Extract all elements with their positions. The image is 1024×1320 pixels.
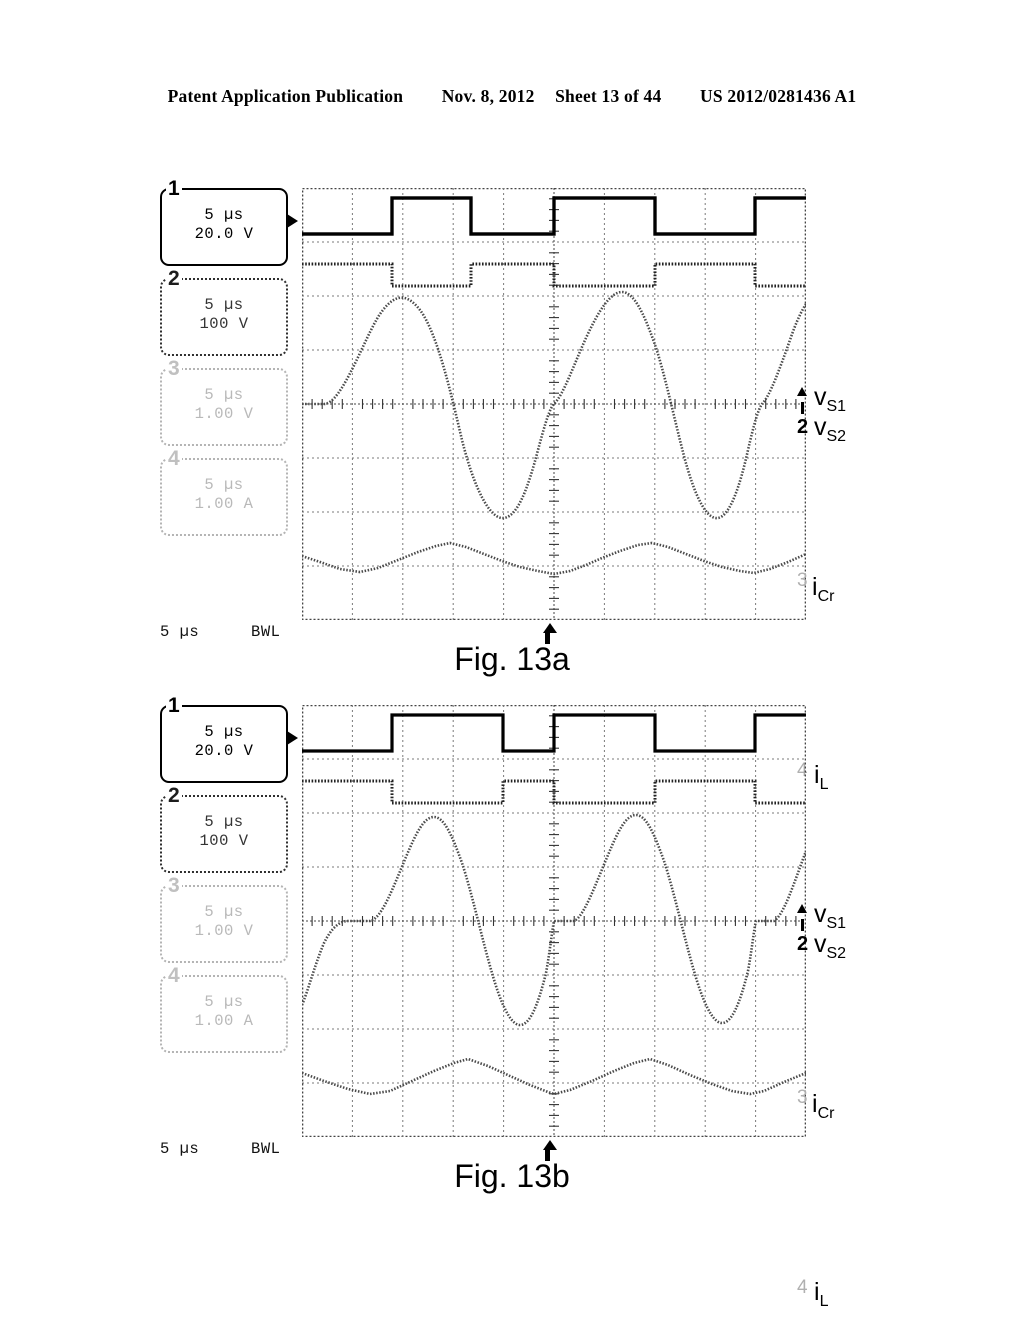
ground-marker-2-a: 2 — [797, 416, 809, 438]
signal-label-vs1-a: vS1 — [814, 383, 847, 415]
signal-label-vs1-b: vS1 — [814, 900, 847, 932]
channel-3-scale: 1.00 V — [194, 405, 254, 423]
footer-timebase-a: 5 µs — [160, 623, 200, 641]
footer-bwl-a: BWL — [251, 623, 281, 641]
channel-2-scale: 100 V — [199, 315, 249, 333]
channel-2-box: 2 5 µs 100 V — [160, 268, 288, 356]
channel-4-box-b: 4 5 µs 1.00 A — [160, 965, 288, 1053]
channel-4-box: 4 5 µs 1.00 A — [160, 448, 288, 536]
channel-3-box: 3 5 µs 1.00 V — [160, 358, 288, 446]
waveform-vs2-b — [302, 779, 806, 805]
scope-waveform-svg-a — [302, 188, 806, 620]
channel-3-timebase: 5 µs — [204, 386, 244, 404]
channel-3-number-b: 3 — [166, 874, 183, 897]
trigger-level-marker-icon-a — [287, 214, 298, 228]
waveform-il-b — [302, 1057, 806, 1096]
waveform-vs2-a — [302, 262, 806, 288]
sheet-number: Sheet 13 of 44 — [555, 86, 662, 106]
page-header: Patent Application Publication Nov. 8, 2… — [0, 86, 1024, 107]
channel-1-timebase: 5 µs — [204, 206, 244, 224]
trigger-position-marker-icon-a — [543, 623, 557, 644]
ground-marker-3-a: 3 — [797, 570, 808, 591]
publication-date: Nov. 8, 2012 — [441, 86, 535, 106]
ground-marker-1-b — [797, 896, 807, 931]
channel-2-box-b: 2 5 µs 100 V — [160, 785, 288, 873]
scope-footer-a: 5 µs BWL — [160, 623, 340, 641]
ground-marker-2-b: 2 — [797, 933, 809, 955]
figure-caption-13b: Fig. 13b — [454, 1158, 570, 1194]
signal-label-il-a: iL — [814, 761, 829, 793]
channel-2-scale-b: 100 V — [199, 832, 249, 850]
channel-1-number-b: 1 — [166, 694, 183, 717]
channel-2-timebase-b: 5 µs — [204, 813, 244, 831]
channel-4-number-b: 4 — [166, 964, 183, 987]
ground-arrow-icon-1-a — [797, 387, 807, 396]
signal-label-vs2-a: vS2 — [814, 413, 847, 445]
scope-screen-b — [302, 705, 806, 1137]
channel-2-number-b: 2 — [166, 784, 183, 807]
footer-bwl-b: BWL — [251, 1140, 281, 1158]
signal-label-icr-a: iCr — [812, 573, 835, 605]
ground-arrow-icon-1-b — [797, 904, 807, 913]
signal-label-il-b: iL — [814, 1278, 829, 1310]
channel-1-scale: 20.0 V — [194, 225, 254, 243]
channel-1-box-b: 1 5 µs 20.0 V — [160, 695, 288, 783]
channel-1-timebase-b: 5 µs — [204, 723, 244, 741]
ground-marker-4-b: 4 — [797, 1277, 808, 1298]
channel-4-scale: 1.00 A — [194, 495, 254, 513]
channel-1-box: 1 5 µs 20.0 V — [160, 178, 288, 266]
trigger-position-marker-icon-b — [543, 1140, 557, 1161]
footer-timebase-b: 5 µs — [160, 1140, 200, 1158]
publication-title: Patent Application Publication — [167, 86, 404, 106]
signal-label-icr-b: iCr — [812, 1090, 835, 1122]
channel-3-box-b: 3 5 µs 1.00 V — [160, 875, 288, 963]
channel-3-number: 3 — [166, 357, 183, 380]
trigger-level-marker-icon-b — [287, 731, 298, 745]
channel-1-number: 1 — [166, 177, 183, 200]
signal-label-vs2-b: vS2 — [814, 930, 847, 962]
channel-settings-column-a: 1 5 µs 20.0 V 2 5 µs 100 V 3 5 µs 1.00 V… — [160, 178, 292, 548]
channel-2-timebase: 5 µs — [204, 296, 244, 314]
scope-screen-a — [302, 188, 806, 620]
channel-1-top-bar — [184, 188, 268, 190]
ground-marker-1-a — [797, 379, 807, 414]
figure-caption-13a: Fig. 13a — [454, 641, 570, 677]
ground-stem-1-b — [800, 919, 804, 931]
waveform-vs1-b — [302, 713, 806, 753]
channel-1-top-bar-b — [184, 705, 268, 707]
channel-3-timebase-b: 5 µs — [204, 903, 244, 921]
channel-4-number: 4 — [166, 447, 183, 470]
publication-number: US 2012/0281436 A1 — [700, 86, 857, 106]
channel-2-number: 2 — [166, 267, 183, 290]
channel-4-timebase: 5 µs — [204, 476, 244, 494]
channel-4-timebase-b: 5 µs — [204, 993, 244, 1011]
channel-4-scale-b: 1.00 A — [194, 1012, 254, 1030]
channel-1-scale-b: 20.0 V — [194, 742, 254, 760]
ground-stem-1-a — [800, 402, 804, 414]
channel-3-scale-b: 1.00 V — [194, 922, 254, 940]
scope-waveform-svg-b — [302, 705, 806, 1137]
channel-settings-column-b: 1 5 µs 20.0 V 2 5 µs 100 V 3 5 µs 1.00 V… — [160, 695, 292, 1065]
ground-marker-3-b: 3 — [797, 1087, 808, 1108]
scope-footer-b: 5 µs BWL — [160, 1140, 340, 1158]
